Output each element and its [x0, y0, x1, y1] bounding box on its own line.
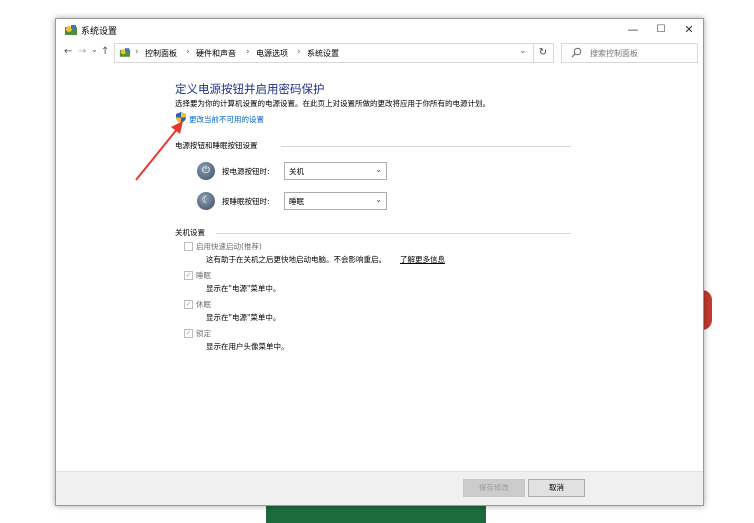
annotation-arrow — [135, 121, 183, 181]
